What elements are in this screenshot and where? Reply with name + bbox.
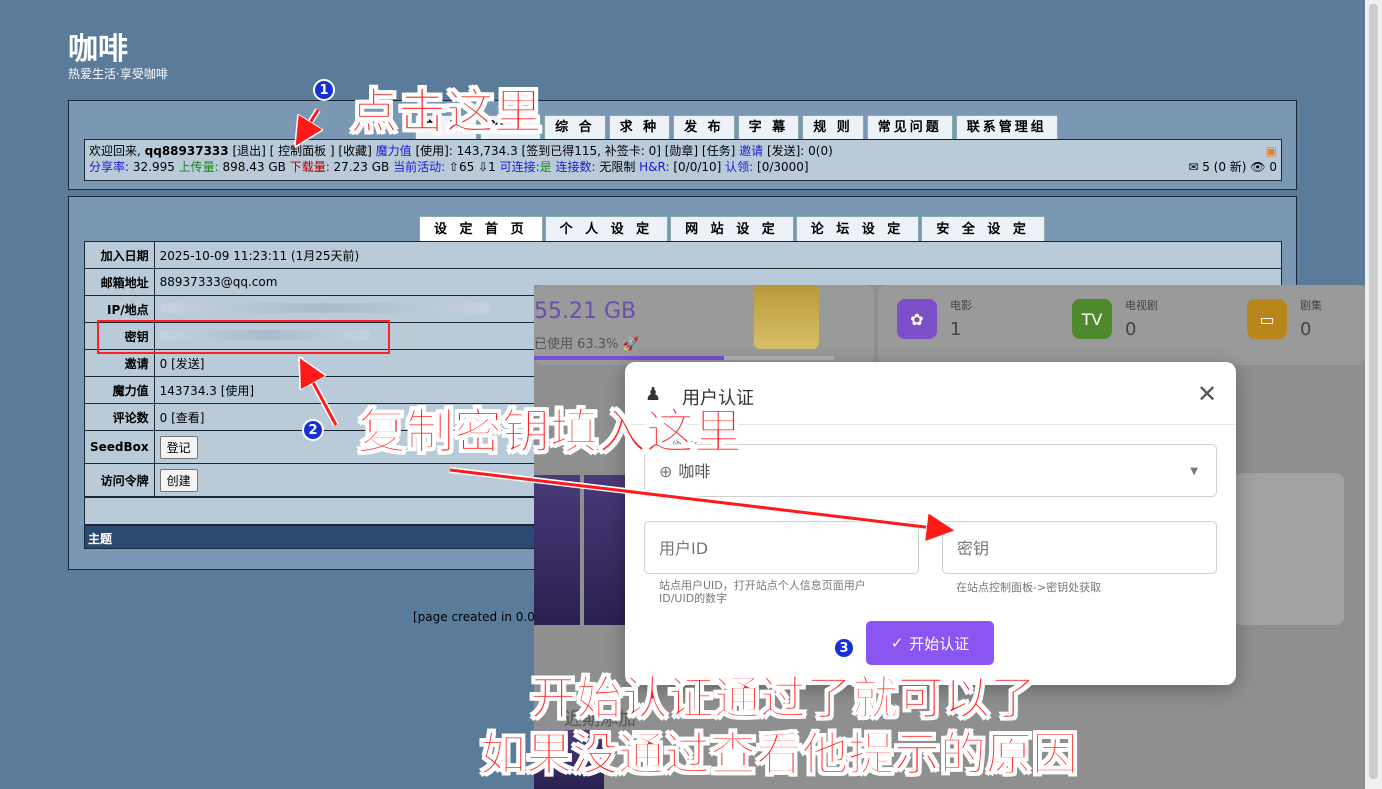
- step-2-badge: 2: [302, 419, 324, 441]
- annotation-click-here: 点击这里: [349, 84, 543, 141]
- passkey-highlight: [97, 320, 390, 354]
- scrollbar[interactable]: [1365, 0, 1382, 789]
- scrollbar-thumb[interactable]: [1369, 4, 1378, 779]
- step-1-badge: 1: [313, 79, 335, 101]
- annotation-failure-hint: 如果没通过查看他提示的原因: [480, 727, 1079, 782]
- step-3-badge: 3: [833, 637, 855, 659]
- annotation-copy-key: 复制密钥填入这里: [357, 404, 743, 461]
